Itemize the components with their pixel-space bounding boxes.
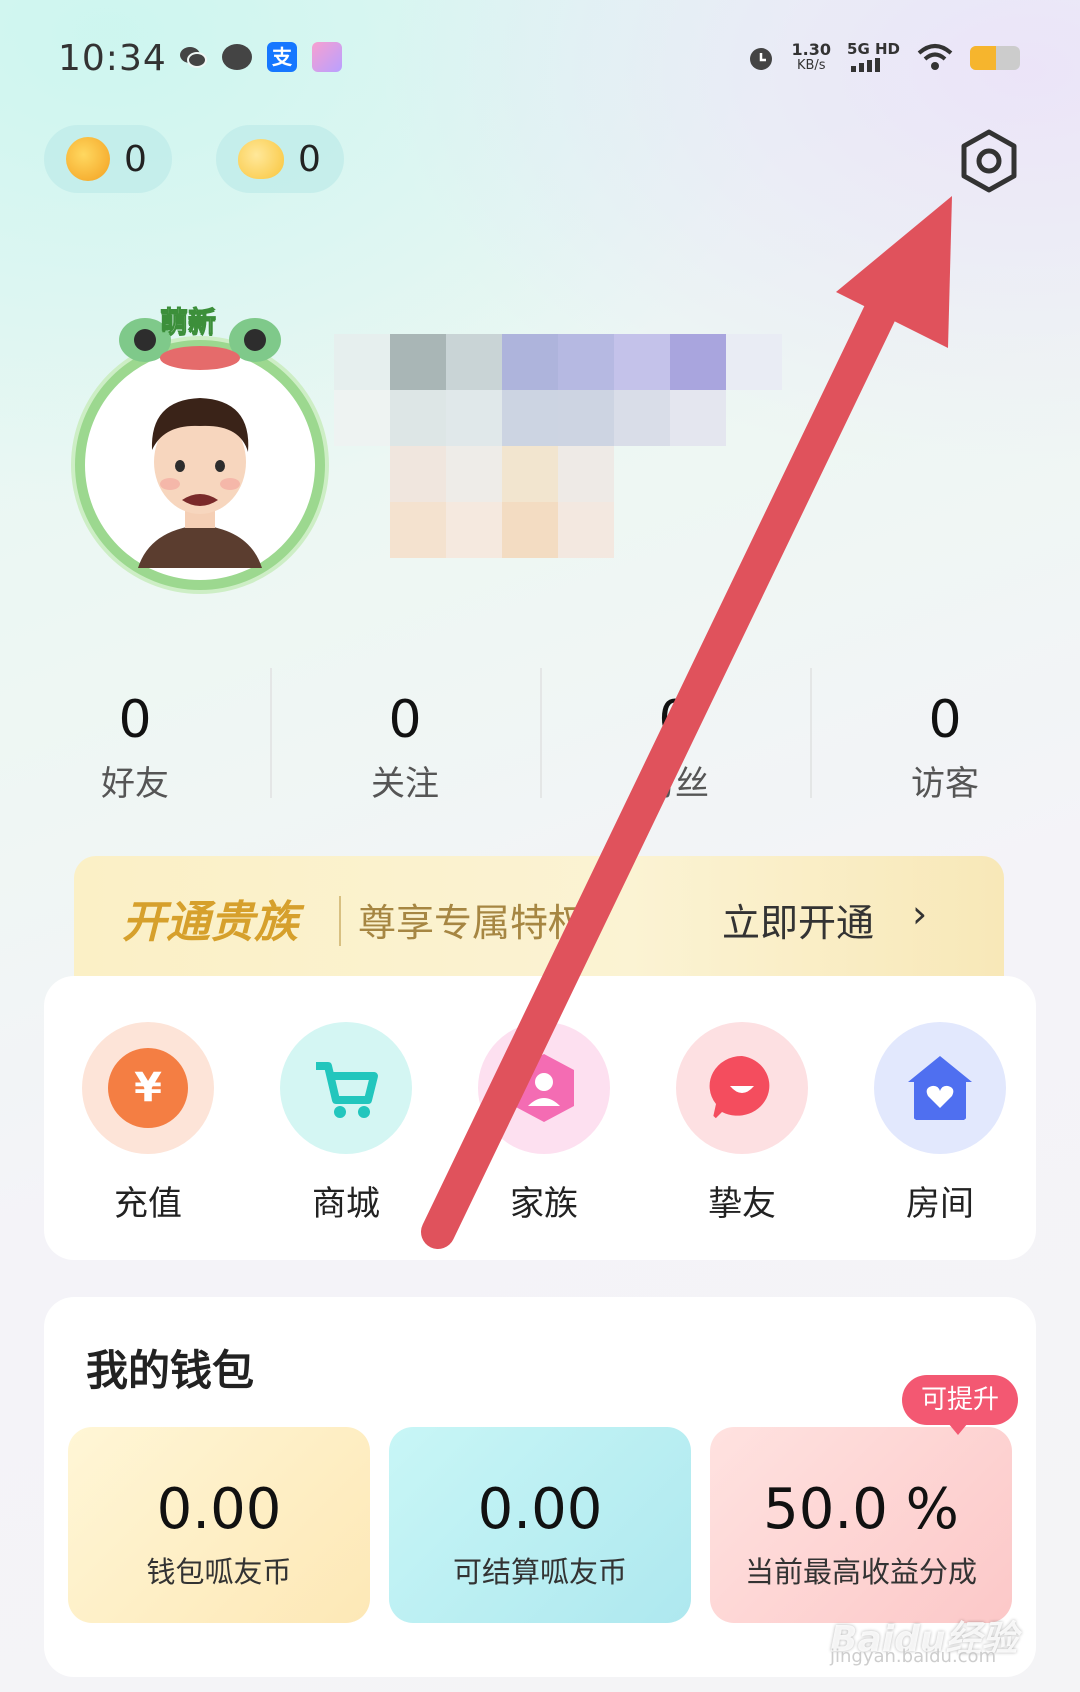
vip-title: 开通贵族 bbox=[122, 897, 298, 948]
family-icon bbox=[478, 1022, 610, 1154]
feature-label: 家族 bbox=[510, 1184, 578, 1224]
vip-subtitle: 尊享专属特权 bbox=[358, 901, 587, 945]
stat-visitors[interactable]: 0 访客 bbox=[810, 660, 1080, 810]
newbie-badge: 萌新 bbox=[159, 305, 217, 339]
network-speed-value: 1.30 bbox=[791, 40, 832, 59]
profile-stats: 0 好友 0 关注 0 粉丝 0 访客 bbox=[0, 660, 1080, 810]
duck-count: 0 bbox=[298, 138, 321, 180]
alipay-icon: 支 bbox=[267, 42, 297, 72]
stat-value: 0 bbox=[658, 690, 692, 750]
alarm-icon bbox=[749, 48, 772, 70]
vip-divider bbox=[339, 896, 341, 946]
wallet-value: 50.0 % bbox=[763, 1477, 959, 1542]
chevron-right-icon: › bbox=[912, 892, 928, 936]
feature-grid: ¥ 充值 商城 家族 挚友 房间 bbox=[44, 976, 1036, 1260]
stat-value: 0 bbox=[388, 690, 422, 750]
feature-shop[interactable]: 商城 bbox=[266, 1022, 426, 1225]
status-indicators: 1.30 KB/s 5G HD bbox=[746, 40, 1020, 76]
stat-value: 0 bbox=[118, 690, 152, 750]
wallet-title: 我的钱包 bbox=[86, 1346, 255, 1395]
vip-banner[interactable]: 开通贵族 尊享专属特权 立即开通 › bbox=[74, 856, 1004, 976]
stat-label: 关注 bbox=[371, 764, 439, 804]
feature-close-friend[interactable]: 挚友 bbox=[662, 1022, 822, 1225]
status-bar: 10:34 支 1.30 KB/s 5G HD bbox=[0, 0, 1080, 110]
wallet-value: 0.00 bbox=[477, 1477, 603, 1542]
coin-icon bbox=[66, 137, 110, 181]
wechat-icon bbox=[180, 47, 207, 68]
stat-friends[interactable]: 0 好友 bbox=[0, 660, 270, 810]
stat-label: 粉丝 bbox=[641, 764, 709, 804]
cart-icon bbox=[280, 1022, 412, 1154]
stat-value: 0 bbox=[928, 690, 962, 750]
feature-label: 挚友 bbox=[708, 1184, 776, 1224]
revenue-share-card[interactable]: 50.0 % 当前最高收益分成 bbox=[710, 1427, 1012, 1623]
feature-recharge[interactable]: ¥ 充值 bbox=[68, 1022, 228, 1225]
stat-label: 好友 bbox=[101, 764, 169, 804]
feature-label: 房间 bbox=[906, 1184, 974, 1224]
settings-gear-icon[interactable] bbox=[954, 126, 1024, 196]
room-house-icon bbox=[874, 1022, 1006, 1154]
vip-open-button[interactable]: 立即开通 bbox=[722, 892, 874, 947]
feature-room[interactable]: 房间 bbox=[860, 1022, 1020, 1225]
wallet-balance-card[interactable]: 0.00 钱包呱友币 bbox=[68, 1427, 370, 1623]
network-speed: 1.30 KB/s bbox=[792, 42, 831, 74]
coin-balance-pill[interactable]: 0 bbox=[44, 125, 172, 193]
feature-family[interactable]: 家族 bbox=[464, 1022, 624, 1225]
signal-bars-icon bbox=[851, 57, 881, 72]
cellular-signal: 5G HD bbox=[847, 41, 900, 76]
battery-icon bbox=[970, 46, 1020, 70]
app-notification-icon bbox=[312, 42, 342, 72]
recharge-yen-icon: ¥ bbox=[82, 1022, 214, 1154]
message-icon bbox=[222, 44, 252, 70]
stat-fans[interactable]: 0 粉丝 bbox=[540, 660, 810, 810]
stat-following[interactable]: 0 关注 bbox=[270, 660, 540, 810]
avatar-image bbox=[138, 398, 262, 568]
wallet-label: 钱包呱友币 bbox=[146, 1555, 292, 1589]
duck-balance-pill[interactable]: 0 bbox=[216, 125, 344, 193]
settleable-balance-card[interactable]: 0.00 可结算呱友币 bbox=[389, 1427, 691, 1623]
wallet-value: 0.00 bbox=[156, 1477, 282, 1542]
upgradeable-badge: 可提升 bbox=[902, 1375, 1018, 1435]
feature-label: 充值 bbox=[114, 1184, 182, 1224]
wallet-label: 当前最高收益分成 bbox=[744, 1555, 977, 1589]
baidu-watermark-url: jingyan.baidu.com bbox=[830, 1646, 997, 1667]
username-mosaic bbox=[334, 334, 784, 564]
close-friend-icon bbox=[676, 1022, 808, 1154]
wallet-label: 可结算呱友币 bbox=[452, 1555, 627, 1589]
network-type: 5G HD bbox=[847, 39, 900, 58]
coin-count: 0 bbox=[124, 138, 147, 180]
duck-icon bbox=[238, 139, 284, 179]
stat-label: 访客 bbox=[911, 764, 979, 804]
wifi-icon bbox=[917, 44, 953, 70]
avatar[interactable]: 萌新 bbox=[70, 300, 332, 590]
network-speed-unit: KB/s bbox=[796, 58, 826, 73]
feature-label: 商城 bbox=[312, 1184, 380, 1224]
clock: 10:34 bbox=[58, 38, 167, 79]
